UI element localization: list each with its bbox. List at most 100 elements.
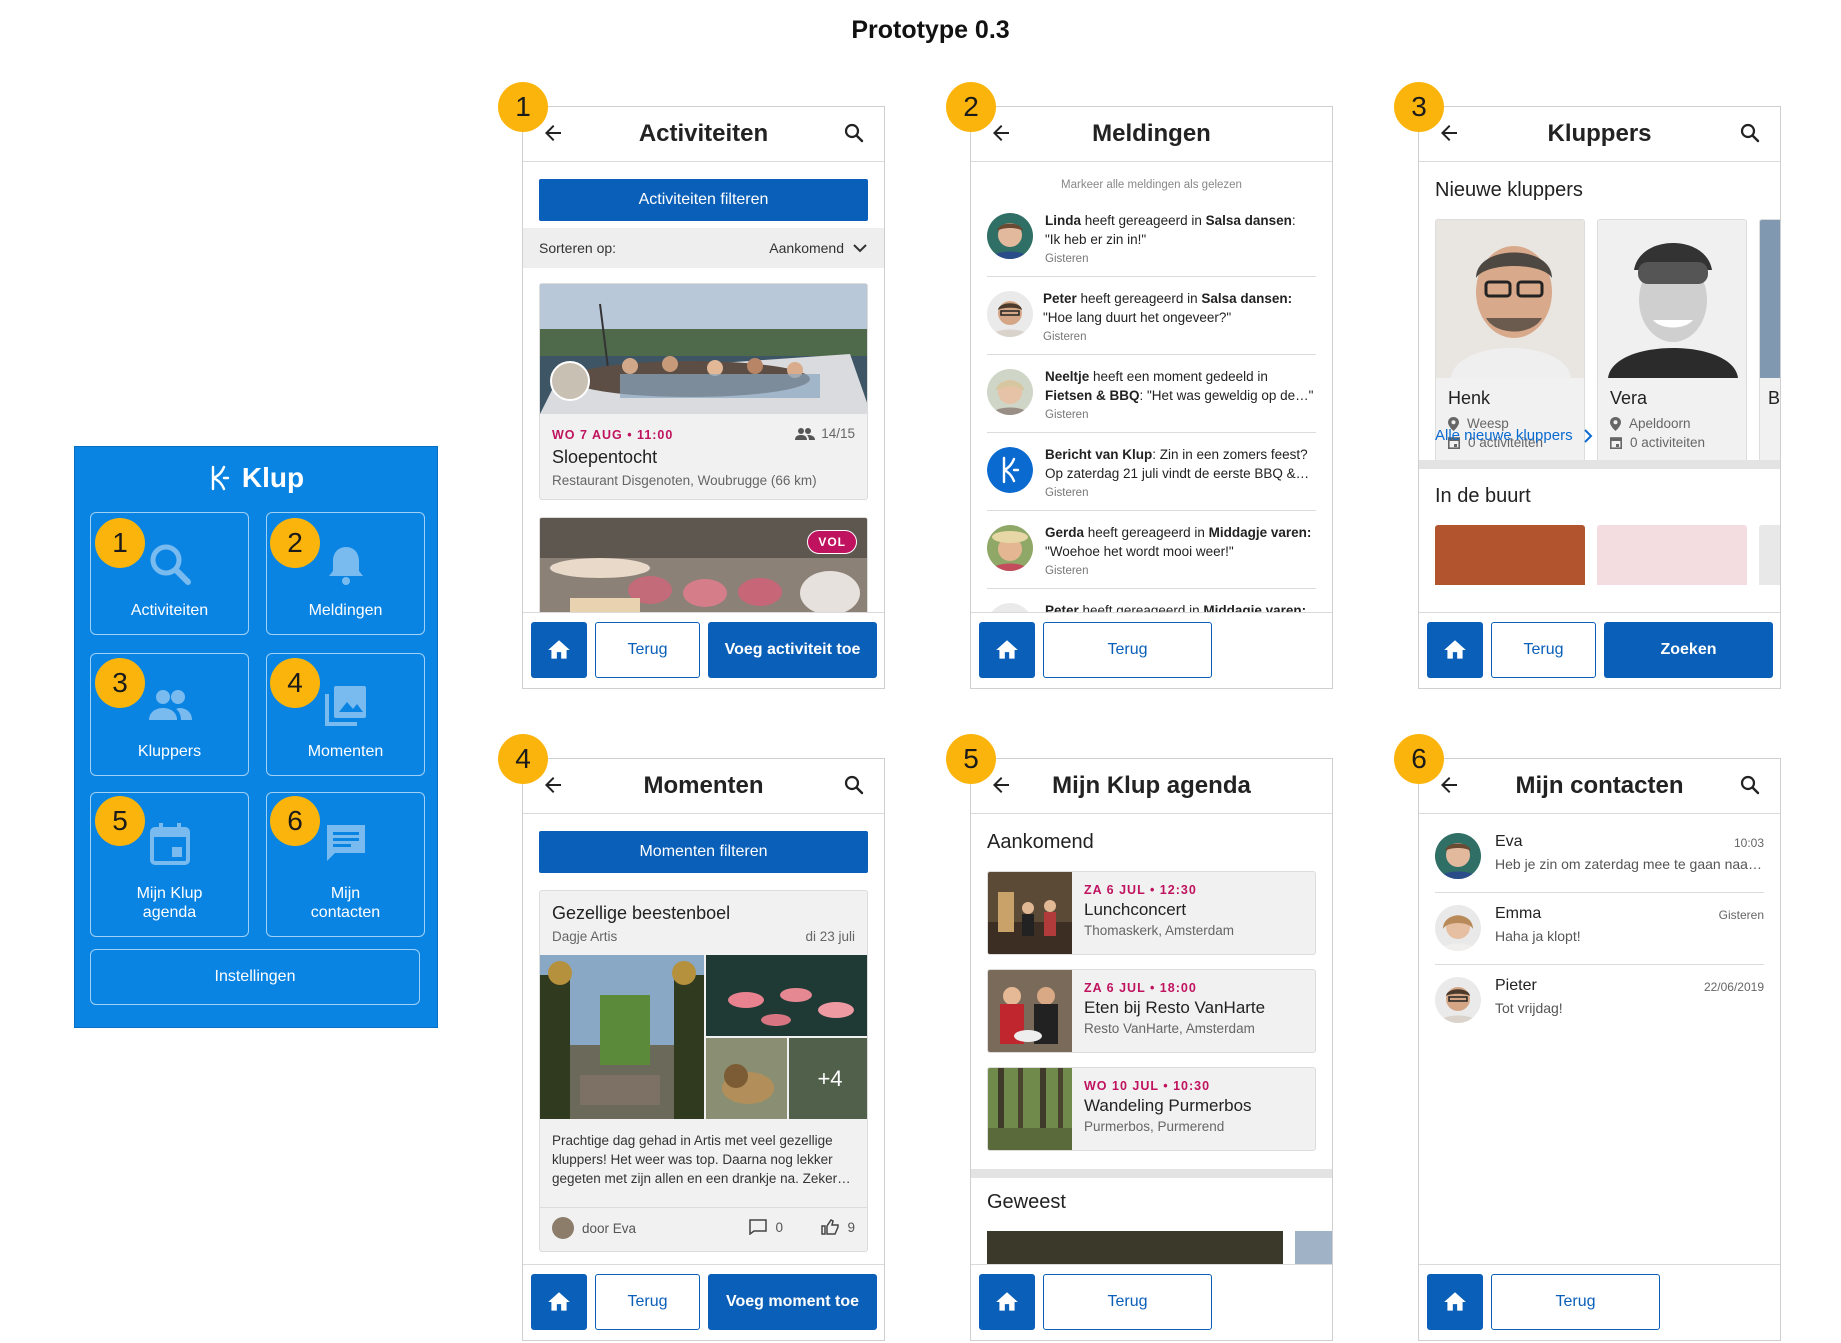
agenda-place: Purmerbos, Purmerend [1084,1119,1225,1134]
notification-action: heeft gereageerd in [1076,291,1202,306]
search-button[interactable]: Zoeken [1604,622,1773,678]
notification-group: Middagje varen: [1208,525,1312,540]
screen-number-badge: 4 [498,734,548,784]
activity-date: WO 7 AUG • 11:00 [552,428,674,442]
person-location: Apeldoorn [1610,416,1691,431]
screen-meldingen: Meldingen Markeer alle meldingen als gel… [970,106,1333,689]
contact-item[interactable]: Pieter 22/06/2019 Tot vrijdag! [1435,965,1764,1037]
back-arrow-icon[interactable] [1437,121,1461,145]
notification-text: Linda heeft gereageerd in Salsa dansen: … [1045,211,1316,269]
notification-item[interactable]: Peter heeft gereageerd in Salsa dansen: … [987,277,1316,355]
menu-brand: Klup [241,462,305,493]
filter-activities-button[interactable]: Activiteiten filteren [539,179,868,221]
likes-count[interactable]: 9 [821,1219,855,1235]
agenda-item[interactable]: ZA 6 JUL • 12:30 Lunchconcert Thomaskerk… [987,871,1316,955]
notification-item[interactable]: Gerda heeft gereageerd in Middagje varen… [987,511,1316,589]
moment-card[interactable]: Gezellige beestenboel Dagje Artis di 23 … [539,890,868,1252]
person-photo [1760,220,1780,378]
people-icon [795,427,816,440]
add-moment-button[interactable]: Voeg moment toe [708,1274,877,1330]
sort-dropdown[interactable]: Aankomend [769,240,868,256]
person-card[interactable]: B [1759,219,1780,462]
home-button[interactable] [531,1274,587,1330]
notification-time: Gisteren [1045,253,1089,265]
add-activity-button[interactable]: Voeg activiteit toe [708,622,877,678]
nearby-person-photo[interactable] [1597,525,1747,585]
activity-card[interactable]: WO 7 AUG • 11:00 14/15 Sloepentocht Rest… [539,283,868,500]
back-arrow-icon[interactable] [541,121,565,145]
section-title: Nieuwe kluppers [1435,179,1583,201]
back-button[interactable]: Terug [1043,1274,1212,1330]
home-icon [1442,637,1468,663]
search-icon[interactable] [1738,121,1762,145]
moment-date: di 23 juli [805,929,855,944]
tile-label-line: contacten [310,904,381,921]
back-arrow-icon[interactable] [1437,773,1461,797]
person-card[interactable]: Henk Weesp 0 activiteiten [1435,219,1585,462]
activity-title: Sloepentocht [552,447,658,467]
nearby-person-photo[interactable] [1435,525,1585,585]
moment-title: Gezellige beestenboel [552,903,731,923]
back-arrow-icon[interactable] [989,121,1013,145]
back-arrow-icon[interactable] [989,773,1013,797]
contact-item[interactable]: Emma Gisteren Haha ja klopt! [1435,893,1764,965]
sort-bar[interactable]: Sorteren op: Aankomend [523,228,884,268]
activity-location: Restaurant Disgenoten, Woubrugge (66 km) [552,473,817,488]
agenda-item[interactable]: ZA 6 JUL • 18:00 Eten bij Resto VanHarte… [987,969,1316,1053]
moment-photo[interactable] [540,955,704,1119]
comment-count: 0 [775,1219,783,1235]
home-icon [546,637,572,663]
comments-count[interactable]: 0 [749,1219,783,1235]
notification-item[interactable]: Bericht van Klup: Zin in een zomers fees… [987,433,1316,511]
search-icon[interactable] [842,121,866,145]
back-button[interactable]: Terug [595,622,700,678]
contact-time: Gisteren [1718,908,1764,922]
mark-all-read-link[interactable]: Markeer alle meldingen als gelezen [971,179,1332,191]
avatar [552,1217,574,1239]
back-button[interactable]: Terug [595,1274,700,1330]
screen-number-badge: 6 [1394,734,1444,784]
notification-author: Bericht van Klup [1045,447,1153,462]
avatar [987,525,1033,571]
divider [540,1207,867,1208]
back-arrow-icon[interactable] [541,773,565,797]
contact-name: Eva [1495,833,1523,850]
avatar [1435,905,1481,951]
more-photos-overlay[interactable]: +4 [789,1038,867,1119]
notification-item[interactable]: Neeltje heeft een moment gedeeld in Fiet… [987,355,1316,433]
agenda-item[interactable]: WO 10 JUL • 10:30 Wandeling Purmerbos Pu… [987,1067,1316,1151]
home-button[interactable] [979,1274,1035,1330]
number-badge: 1 [95,518,145,568]
back-button[interactable]: Terug [1491,622,1596,678]
notification-text: Bericht van Klup: Zin in een zomers fees… [1045,445,1316,503]
moment-photo[interactable] [706,955,868,1036]
chevron-right-icon [1583,428,1592,443]
contact-time: 22/06/2019 [1703,980,1764,994]
people-icon [148,690,192,720]
home-button[interactable] [979,622,1035,678]
moment-photo[interactable] [706,1038,787,1119]
home-icon [994,1289,1020,1315]
home-button[interactable] [531,622,587,678]
filter-moments-button[interactable]: Momenten filteren [539,831,868,873]
all-new-kluppers-link[interactable]: Alle nieuwe kluppers [1435,427,1593,444]
screen-number-badge: 2 [946,82,996,132]
sort-label: Sorteren op: [539,240,617,256]
notification-item[interactable]: Linda heeft gereageerd in Salsa dansen: … [987,199,1316,277]
notification-quote: "Woehoe het wordt mooi weer!" [1045,544,1234,559]
contact-item[interactable]: Eva 10:03 Heb je zin om zaterdag mee te … [1435,821,1764,893]
avatar [1435,977,1481,1023]
back-button[interactable]: Terug [1491,1274,1660,1330]
notification-time: Gisteren [1045,565,1089,577]
nearby-person-photo[interactable] [1759,525,1780,585]
settings-button[interactable]: Instellingen [90,949,420,1005]
home-button[interactable] [1427,1274,1483,1330]
person-card[interactable]: Vera Apeldoorn 0 activiteiten [1597,219,1747,462]
home-button[interactable] [1427,622,1483,678]
tile-label: Activiteiten [130,602,209,619]
search-icon[interactable] [842,773,866,797]
search-icon[interactable] [1738,773,1762,797]
contact-time: 10:03 [1733,836,1764,850]
back-button[interactable]: Terug [1043,622,1212,678]
screen-title: Meldingen [1092,120,1211,147]
